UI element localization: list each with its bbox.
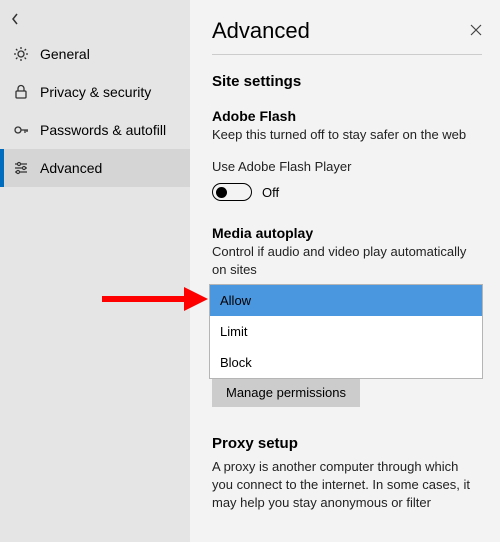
autoplay-dropdown[interactable]: Allow Limit Block [209,284,483,379]
autoplay-option-limit[interactable]: Limit [210,316,482,347]
sidebar-item-label: Passwords & autofill [40,122,166,138]
autoplay-title: Media autoplay [212,225,482,241]
flash-toggle[interactable] [212,183,252,201]
page-title: Advanced [212,18,310,44]
sidebar-item-general[interactable]: General [0,35,190,73]
settings-sidebar: General Privacy & security Passwords & a… [0,0,190,542]
key-icon [12,121,30,139]
flash-toggle-state: Off [262,185,279,200]
autoplay-option-block[interactable]: Block [210,347,482,378]
gear-icon [12,45,30,63]
autoplay-desc: Control if audio and video play automati… [212,243,482,278]
site-settings-heading: Site settings [212,73,482,90]
flash-use-label: Use Adobe Flash Player [212,158,482,176]
main-header: Advanced [212,18,482,55]
sidebar-item-label: Privacy & security [40,84,151,100]
sidebar-item-privacy[interactable]: Privacy & security [0,73,190,111]
main-panel: Advanced Site settings Adobe Flash Keep … [190,0,500,542]
sidebar-item-label: Advanced [40,160,102,176]
flash-toggle-row: Off [212,183,482,201]
sidebar-item-label: General [40,46,90,62]
back-button[interactable] [0,6,190,35]
lock-icon [12,83,30,101]
sliders-icon [12,159,30,177]
sidebar-item-passwords[interactable]: Passwords & autofill [0,111,190,149]
autoplay-option-allow[interactable]: Allow [210,285,482,316]
manage-permissions-button[interactable]: Manage permissions [212,378,360,407]
sidebar-item-advanced[interactable]: Advanced [0,149,190,187]
flash-title: Adobe Flash [212,108,482,124]
proxy-desc: A proxy is another computer through whic… [212,458,482,513]
flash-desc: Keep this turned off to stay safer on th… [212,126,482,144]
close-icon[interactable] [470,23,482,39]
proxy-heading: Proxy setup [212,435,482,452]
